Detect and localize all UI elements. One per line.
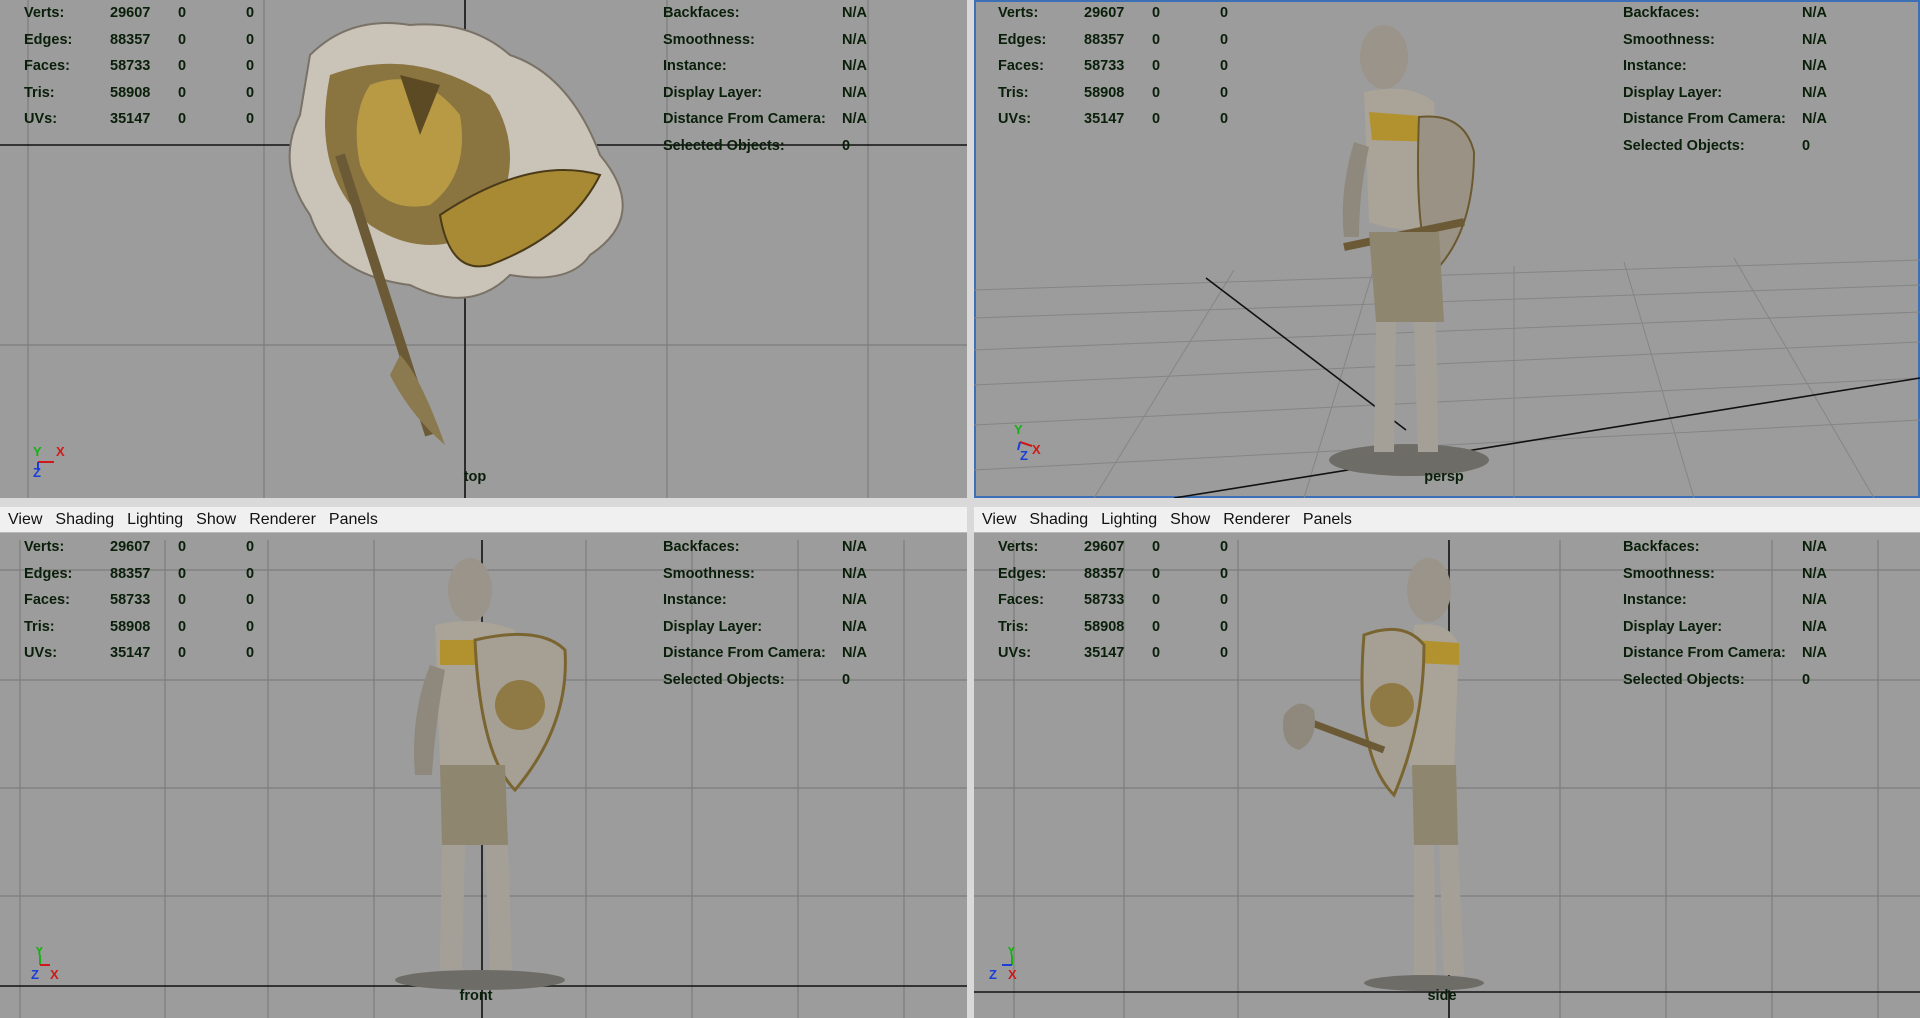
view-area-front[interactable]: Verts: 29607 0 0 Edges: 88357 0 0 Faces: 58733 0…: [0, 539, 967, 1018]
model-side-view[interactable]: [1274, 555, 1514, 995]
menu-show[interactable]: Show: [196, 511, 236, 529]
axis-label-y: Y: [1014, 422, 1023, 437]
axis-label-x: X: [1032, 442, 1041, 457]
hud-stats-side: Verts: 29607 0 0 Edges: 88357 0 0 Faces: 58733 0…: [998, 539, 1229, 661]
camera-label-persp: persp: [1424, 469, 1464, 485]
menu-panels[interactable]: Panels: [329, 511, 378, 529]
menu-panels[interactable]: Panels: [1303, 511, 1352, 529]
hud-info-side: Backfaces: N/A Smoothness: N/A Instance: N/…: [1623, 539, 1827, 688]
menu-view[interactable]: View: [982, 511, 1016, 529]
panel-menubar-front: View Shading Lighting Show Renderer Pane…: [0, 507, 967, 533]
camera-label-side: side: [1427, 988, 1457, 1004]
axis-label-z: Z: [33, 465, 41, 480]
panel-menubar-side: View Shading Lighting Show Renderer Pane…: [974, 507, 1920, 533]
model-top-view[interactable]: [270, 15, 670, 465]
menu-renderer[interactable]: Renderer: [249, 511, 316, 529]
axis-label-y: Y: [35, 947, 44, 958]
axis-gizmo-icon: Y Z X: [31, 947, 59, 982]
axis-label-z: Z: [1020, 448, 1028, 460]
axis-label-z: Z: [31, 967, 39, 982]
axis-label-z: Z: [989, 967, 997, 982]
hud-info-top: Backfaces: N/A Smoothness: N/A Instance: N/…: [663, 5, 867, 154]
menu-lighting[interactable]: Lighting: [127, 511, 183, 529]
camera-label-top: top: [463, 469, 487, 485]
menu-renderer[interactable]: Renderer: [1223, 511, 1290, 529]
axis-label-x: X: [56, 444, 65, 459]
menu-shading[interactable]: Shading: [55, 511, 114, 529]
model-front-view[interactable]: [380, 555, 580, 995]
axis-label-x: X: [1008, 967, 1017, 982]
viewport-side[interactable]: View Shading Lighting Show Renderer Pane…: [974, 507, 1920, 1018]
hud-info-persp: Backfaces: N/A Smoothness: N/A Instance: N/…: [1623, 5, 1827, 154]
menu-show[interactable]: Show: [1170, 511, 1210, 529]
viewport-front[interactable]: View Shading Lighting Show Renderer Pane…: [0, 507, 967, 1018]
viewport-persp[interactable]: Verts: 29607 0 0 Edges: 88357 0 0 Faces: 58733 0…: [974, 0, 1920, 498]
menu-shading[interactable]: Shading: [1029, 511, 1088, 529]
camera-label-front: front: [459, 988, 493, 1004]
menu-view[interactable]: View: [8, 511, 42, 529]
axis-gizmo-icon: Y Z X: [989, 947, 1017, 982]
hud-stats-persp: Verts: 29607 0 0 Edges: 88357 0 0 Faces: 58733 0…: [998, 5, 1229, 127]
model-persp-view[interactable]: [1314, 22, 1504, 482]
axis-gizmo-icon: Y X Z: [1014, 422, 1041, 460]
view-area-side[interactable]: Verts: 29607 0 0 Edges: 88357 0 0 Faces: 58733 0…: [974, 539, 1920, 1018]
axis-gizmo-icon: Y X Z: [33, 444, 65, 480]
axis-label-x: X: [50, 967, 59, 982]
hud-info-front: Backfaces: N/A Smoothness: N/A Instance: N/…: [663, 539, 867, 688]
menu-lighting[interactable]: Lighting: [1101, 511, 1157, 529]
axis-label-y: Y: [33, 444, 42, 459]
hud-stats-front: Verts: 29607 0 0 Edges: 88357 0 0 Faces: 58733 0…: [24, 539, 255, 661]
hud-stats-top: Verts: 29607 0 0 Edges: 88357 0 0 Faces: 58733 0…: [24, 5, 255, 127]
axis-label-y: Y: [1007, 947, 1016, 958]
viewport-top[interactable]: Verts: 29607 0 0 Edges: 88357 0 0 Faces: 58733 0…: [0, 0, 967, 498]
